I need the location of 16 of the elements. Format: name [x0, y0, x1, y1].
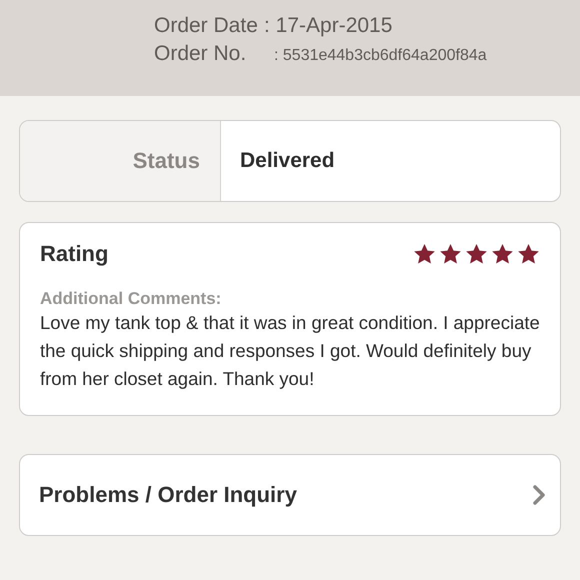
status-value: Delivered [239, 148, 335, 174]
star-icon [413, 243, 436, 265]
star-icon [465, 243, 488, 265]
rating-title: Rating [40, 241, 108, 267]
star-icon [439, 243, 462, 265]
star-icon [491, 243, 514, 265]
order-value: : 17-Apr-2015 [264, 14, 392, 38]
order-label: Order Date [154, 14, 259, 38]
comments-text: Love my tank top & that it was in great condition. I appreciate the quick shipping and responses I got. Would definitely buy from her closet again. Thank you! [40, 311, 540, 391]
order-label: Order No. [154, 42, 248, 66]
inquiry-link[interactable]: Problems / Order Inquiry [19, 454, 561, 536]
chevron-right-icon [532, 484, 546, 506]
comments-label: Additional Comments: [40, 289, 222, 309]
star-icon [517, 243, 540, 265]
status-label: Status [20, 121, 221, 201]
order-value: : 5531e44b3cb6df64a200f84a [274, 47, 487, 65]
